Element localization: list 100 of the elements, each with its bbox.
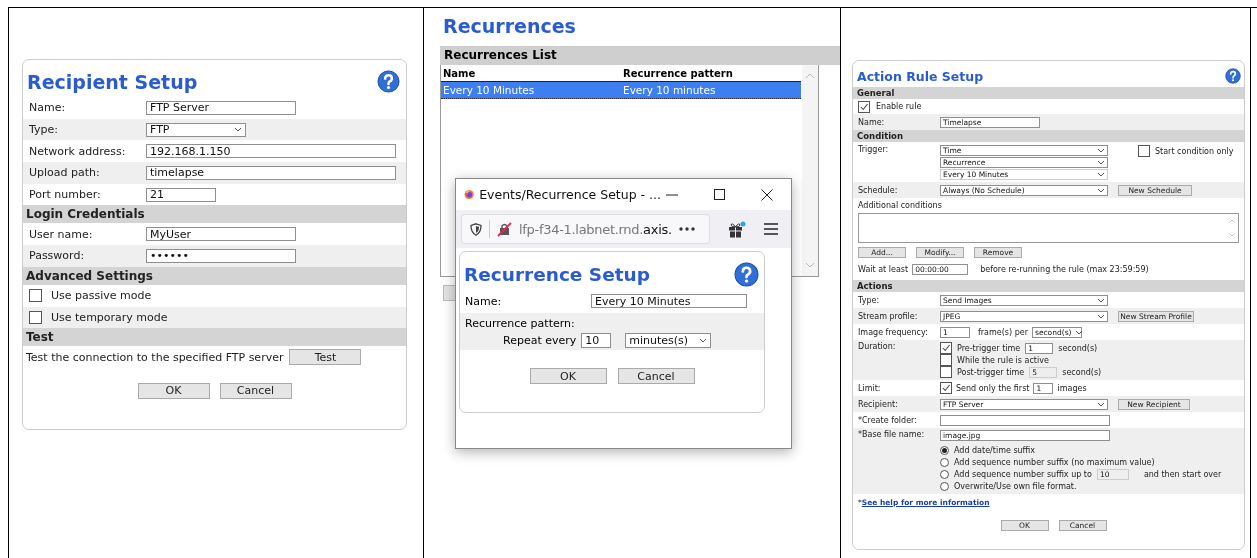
help-icon[interactable] (734, 262, 759, 287)
list-title: Recurrences List (444, 48, 557, 62)
gift-icon[interactable] (728, 220, 746, 238)
hint-text: before re-running the rule (max 23:59:59) (980, 264, 1149, 274)
dialog-button[interactable]: OK (529, 368, 607, 384)
insecure-lock-icon (497, 221, 512, 237)
checkbox-label: Send only the first (956, 383, 1030, 393)
checkbox-label: Start condition only (1155, 146, 1234, 156)
radio-button[interactable] (940, 469, 949, 479)
checkbox-label: Enable rule (876, 102, 922, 111)
address-bar[interactable]: lfp-f34-1.labnet.rnd.axis. (461, 214, 710, 244)
dialog-button[interactable]: Cancel (617, 368, 695, 384)
checkbox-label: Use passive mode (51, 289, 152, 303)
unit-label: second(s) (1062, 367, 1102, 377)
section-heading: Login Credentials (23, 205, 406, 224)
field-label: Stream profile: (858, 311, 919, 321)
field-label: Trigger: (858, 145, 890, 154)
chevron-icon (1097, 297, 1105, 303)
text-field[interactable]: FTP Server (146, 100, 296, 115)
list-row[interactable]: Every 10 Minutes Every 10 minutes (441, 82, 801, 99)
help-icon[interactable] (377, 70, 400, 93)
text-field[interactable]: 21 (146, 187, 216, 202)
field-label: Duration: (858, 342, 897, 351)
field-label: Type: (858, 295, 881, 305)
field-label: Repeat every (503, 334, 577, 347)
text-field[interactable]: 10 (581, 333, 612, 348)
chevron-icon (1097, 313, 1105, 319)
dialog-title: Action Rule Setup (857, 68, 984, 84)
shield-icon (470, 222, 482, 236)
text-field[interactable] (940, 414, 1110, 426)
field-label: *Base file name: (858, 430, 926, 439)
checkbox[interactable] (940, 366, 952, 378)
checkbox-label: Use temporary mode (51, 310, 168, 324)
field-label: Wait at least (858, 264, 909, 274)
checkbox-label: Post-trigger time (957, 367, 1025, 377)
field-label: frame(s) per (978, 327, 1028, 337)
chevron-icon (699, 338, 708, 343)
chevron-icon (234, 127, 242, 133)
password-field[interactable]: •••••• (146, 248, 296, 263)
field-label: Type: (29, 123, 59, 137)
url-text: lfp-f34-1.labnet.rnd.axis. (519, 221, 672, 237)
dialog-title: Recipient Setup (27, 70, 198, 93)
test-button[interactable]: Test (289, 349, 362, 366)
unit-label: second(s) (1058, 343, 1098, 353)
section-heading: Condition (853, 130, 1244, 142)
field-label: Recurrence pattern: (465, 317, 576, 330)
menu-icon[interactable] (764, 223, 778, 235)
field-label: Recipient: (858, 399, 899, 409)
field-label: User name: (29, 227, 94, 241)
checkbox[interactable] (858, 100, 870, 113)
text-field[interactable]: Every 10 Minutes (591, 294, 747, 308)
help-icon[interactable] (1225, 68, 1241, 84)
checkbox[interactable] (940, 382, 952, 394)
field-label: Password: (29, 249, 86, 263)
field-label: Additional conditions (858, 201, 942, 210)
field-label: Name: (29, 101, 67, 115)
list-cell-text: Every 10 minutes (622, 84, 716, 96)
radio-button[interactable] (940, 481, 949, 491)
dialog-button[interactable]: OK (137, 382, 210, 399)
text-field[interactable]: timelapse (146, 165, 396, 180)
section-heading: Actions (853, 280, 1244, 292)
more-icon[interactable] (678, 227, 695, 231)
checkbox-label: Pre-trigger time (957, 343, 1021, 353)
radio-button[interactable] (940, 457, 949, 467)
section-heading: Test (23, 328, 406, 347)
field-label: Upload path: (29, 166, 101, 180)
minimize-icon[interactable] (666, 193, 678, 196)
dropdown[interactable]: minutes(s) (625, 333, 712, 348)
description-text: Test the connection to the specified FTP server (26, 350, 284, 364)
field-label: *Create folder: (858, 415, 918, 425)
chevron-icon (1075, 329, 1084, 335)
field-label: Network address: (29, 144, 127, 158)
dialog-button[interactable]: Cancel (219, 382, 292, 399)
window-title: Events/Recurrence Setup - ... (479, 187, 661, 202)
close-icon[interactable] (761, 188, 773, 201)
radio-button[interactable] (940, 445, 949, 455)
chevron-icon (1097, 187, 1105, 193)
unit-label: images (1057, 383, 1087, 393)
dropdown[interactable]: FTP (146, 122, 246, 137)
maximize-icon[interactable] (714, 189, 725, 200)
checkbox[interactable] (940, 354, 952, 366)
page-title: Recurrences (443, 14, 577, 38)
column-header: Name (442, 67, 477, 79)
checkbox[interactable] (940, 342, 952, 354)
radio-label: and then start over (1143, 469, 1222, 479)
text-field[interactable]: 192.168.1.150 (146, 144, 396, 159)
list-cell-text: Every 10 Minutes (442, 84, 536, 96)
column-header: Recurrence pattern (622, 67, 733, 79)
field-label: Schedule: (858, 185, 899, 195)
radio-label: Add sequence number suffix (no maximum value) (954, 457, 1155, 467)
text-field[interactable]: MyUser (146, 227, 296, 242)
field-label: Port number: (29, 188, 102, 202)
checkbox[interactable] (1138, 145, 1150, 157)
section-heading: General (853, 87, 1244, 99)
field-label: Name: (858, 117, 886, 127)
chevron-icon (1097, 401, 1105, 407)
field-label: Image frequency: (858, 327, 929, 337)
radio-label: Add date/time suffix (954, 445, 1036, 455)
checkbox[interactable] (29, 289, 42, 303)
checkbox[interactable] (29, 310, 42, 324)
